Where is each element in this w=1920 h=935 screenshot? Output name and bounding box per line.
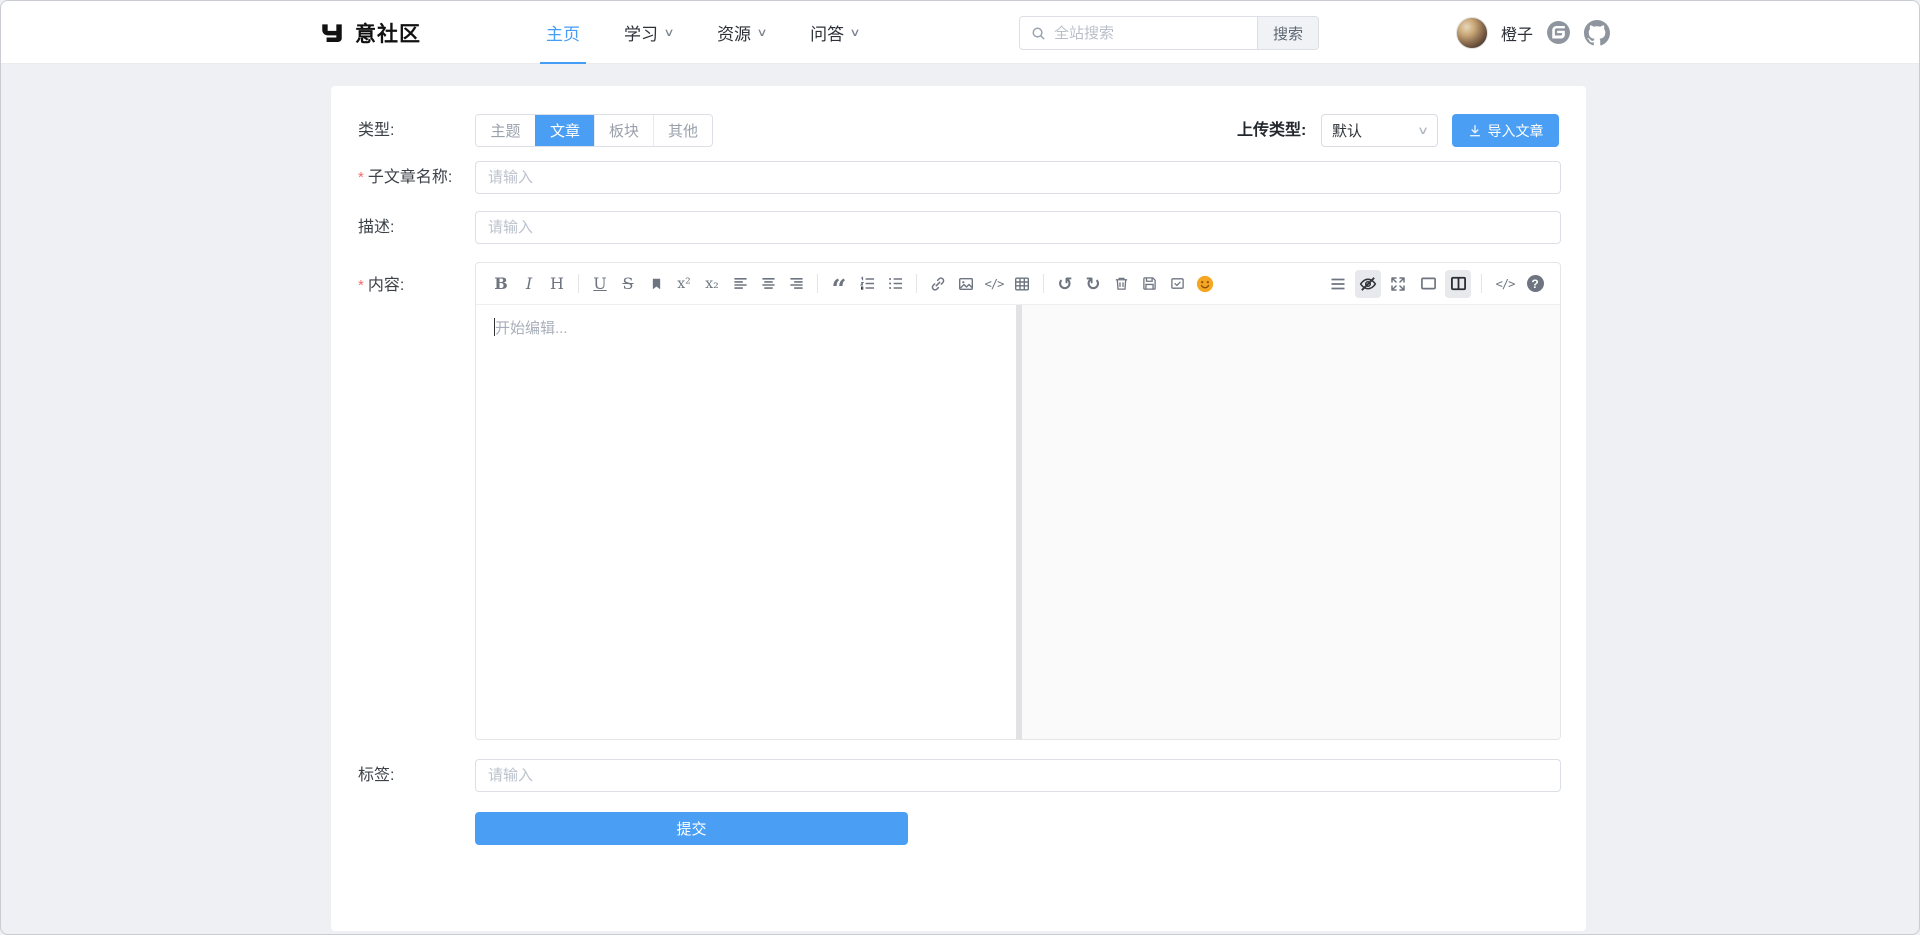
publish-form-card: 类型: 主题 文章 板块 其他 上传类型: 默认 ∨ 导入文章 *子文章名称: … bbox=[331, 86, 1586, 931]
chevron-down-icon: ∨ bbox=[663, 26, 674, 39]
preview-off-icon[interactable] bbox=[1355, 270, 1381, 298]
type-option-board[interactable]: 板块 bbox=[594, 115, 653, 146]
search-input-wrap bbox=[1020, 17, 1257, 49]
chevron-down-icon: ∨ bbox=[756, 26, 767, 39]
split-view-icon[interactable] bbox=[1445, 270, 1471, 298]
search-button[interactable]: 搜索 bbox=[1257, 17, 1318, 49]
code-icon[interactable]: </> bbox=[981, 270, 1007, 298]
username: 橙子 bbox=[1501, 21, 1533, 45]
description-input[interactable] bbox=[475, 211, 1561, 244]
type-button-group: 主题 文章 板块 其他 bbox=[475, 114, 713, 147]
nav-item-qa[interactable]: 问答 ∨ bbox=[810, 1, 859, 64]
nav-item-learn[interactable]: 学习 ∨ bbox=[624, 1, 673, 64]
github-icon[interactable] bbox=[1584, 20, 1610, 46]
quote-icon[interactable]: “ bbox=[826, 270, 852, 298]
app-window: 意社区 主页 学习 ∨ 资源 ∨ 问答 ∨ bbox=[0, 0, 1920, 935]
upload-type-label: 上传类型: bbox=[1237, 114, 1306, 147]
user-area: 橙子 bbox=[1456, 1, 1610, 64]
superscript-icon[interactable]: x² bbox=[671, 270, 697, 298]
required-mark: * bbox=[358, 277, 364, 294]
image-icon[interactable] bbox=[953, 270, 979, 298]
html-preview-icon[interactable]: </> bbox=[1492, 270, 1518, 298]
global-search: 搜索 bbox=[1019, 16, 1319, 50]
brand[interactable]: 意社区 bbox=[319, 1, 421, 64]
catalog-icon[interactable] bbox=[1325, 270, 1351, 298]
redo-icon[interactable]: ↻ bbox=[1080, 270, 1106, 298]
nav-item-home[interactable]: 主页 bbox=[546, 1, 580, 64]
brand-name: 意社区 bbox=[355, 18, 421, 48]
fullscreen-icon[interactable] bbox=[1385, 270, 1411, 298]
type-option-topic[interactable]: 主题 bbox=[476, 115, 535, 146]
link-icon[interactable] bbox=[925, 270, 951, 298]
editor-placeholder: 开始编辑... bbox=[495, 320, 568, 337]
content-label: *内容: bbox=[358, 269, 404, 302]
editor-input-pane[interactable]: 开始编辑... bbox=[476, 305, 1016, 739]
help-icon[interactable]: ? bbox=[1522, 270, 1548, 298]
toolbar-left-group: B I H U S x² x₂ bbox=[488, 270, 1218, 298]
bold-icon[interactable]: B bbox=[488, 270, 514, 298]
chevron-down-icon: ∨ bbox=[1417, 124, 1429, 137]
align-center-icon[interactable] bbox=[755, 270, 781, 298]
upload-type-select[interactable]: 默认 ∨ bbox=[1321, 114, 1438, 147]
delete-icon[interactable] bbox=[1108, 270, 1134, 298]
nav-item-resources[interactable]: 资源 ∨ bbox=[717, 1, 766, 64]
tags-input[interactable] bbox=[475, 759, 1561, 792]
avatar[interactable] bbox=[1456, 17, 1488, 49]
import-article-button[interactable]: 导入文章 bbox=[1452, 114, 1559, 147]
description-label: 描述: bbox=[358, 211, 394, 244]
chevron-down-icon: ∨ bbox=[850, 26, 861, 39]
top-navbar: 意社区 主页 学习 ∨ 资源 ∨ 问答 ∨ bbox=[1, 1, 1919, 64]
strikethrough-icon[interactable]: S bbox=[615, 270, 641, 298]
sub-article-name-input[interactable] bbox=[475, 161, 1561, 194]
type-option-other[interactable]: 其他 bbox=[653, 115, 712, 146]
italic-icon[interactable]: I bbox=[516, 270, 542, 298]
type-label: 类型: bbox=[358, 114, 394, 147]
name-label: *子文章名称: bbox=[358, 161, 452, 194]
undo-icon[interactable]: ↺ bbox=[1052, 270, 1078, 298]
markdown-editor: B I H U S x² x₂ bbox=[475, 262, 1561, 740]
type-option-article[interactable]: 文章 bbox=[535, 115, 594, 146]
main-nav: 主页 学习 ∨ 资源 ∨ 问答 ∨ bbox=[546, 1, 859, 64]
emoji-icon[interactable] bbox=[1192, 270, 1218, 298]
search-input[interactable] bbox=[1054, 25, 1246, 42]
tags-label: 标签: bbox=[358, 759, 394, 792]
mark-icon[interactable] bbox=[643, 270, 669, 298]
required-mark: * bbox=[358, 169, 364, 186]
ordered-list-icon[interactable] bbox=[854, 270, 880, 298]
save-icon[interactable] bbox=[1136, 270, 1162, 298]
search-icon bbox=[1031, 26, 1046, 41]
preview-only-icon[interactable] bbox=[1415, 270, 1441, 298]
align-left-icon[interactable] bbox=[727, 270, 753, 298]
underline-icon[interactable]: U bbox=[587, 270, 613, 298]
unordered-list-icon[interactable] bbox=[882, 270, 908, 298]
toolbar-right-group: </> ? bbox=[1325, 270, 1548, 298]
subscript-icon[interactable]: x₂ bbox=[699, 270, 725, 298]
heading-icon[interactable]: H bbox=[544, 270, 570, 298]
download-icon bbox=[1468, 124, 1482, 138]
gitee-icon[interactable] bbox=[1546, 20, 1571, 45]
editor-toolbar: B I H U S x² x₂ bbox=[476, 263, 1560, 305]
export-icon[interactable] bbox=[1164, 270, 1190, 298]
editor-preview-pane bbox=[1022, 305, 1560, 739]
submit-button[interactable]: 提交 bbox=[475, 812, 908, 845]
align-right-icon[interactable] bbox=[783, 270, 809, 298]
table-icon[interactable] bbox=[1009, 270, 1035, 298]
editor-panes: 开始编辑... bbox=[476, 305, 1560, 739]
brand-logo-icon bbox=[319, 20, 345, 46]
